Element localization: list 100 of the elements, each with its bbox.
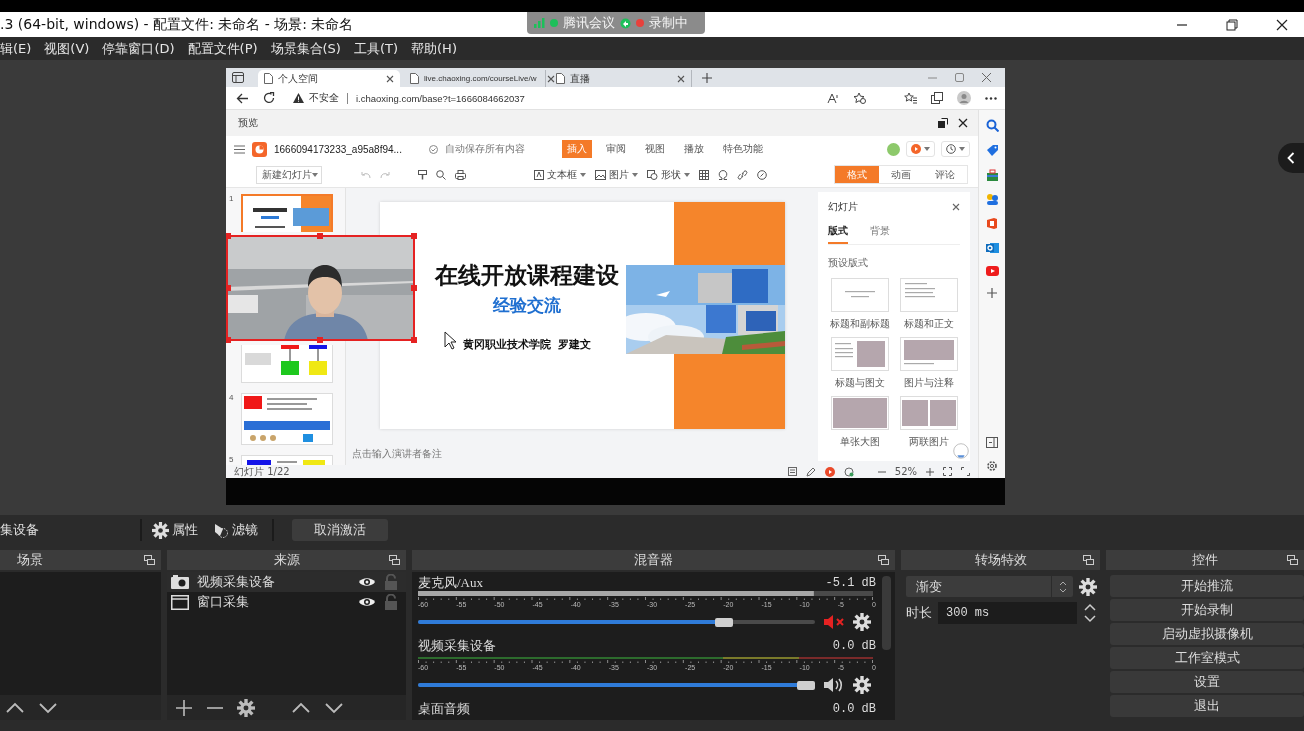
volume-slider[interactable] <box>418 620 815 624</box>
sidebar-toggle-button[interactable] <box>1278 143 1304 173</box>
float-icon[interactable] <box>389 555 400 565</box>
read-aloud-icon[interactable] <box>827 92 839 104</box>
menu-item[interactable]: 场景集合(S) <box>270 39 341 58</box>
history-button[interactable] <box>941 141 970 157</box>
fit-icon[interactable] <box>943 467 952 476</box>
table-icon[interactable] <box>699 169 709 180</box>
close-icon[interactable] <box>958 118 968 128</box>
reload-icon[interactable] <box>263 92 275 104</box>
caret-icon[interactable] <box>959 147 965 151</box>
insert-tool-button[interactable]: 形状 <box>647 167 690 182</box>
source-item[interactable]: 视频采集设备 <box>167 572 406 592</box>
move-down-icon[interactable] <box>324 701 344 714</box>
caret-icon[interactable] <box>684 172 690 177</box>
float-icon[interactable] <box>144 555 155 565</box>
collections-icon[interactable] <box>931 92 943 104</box>
menu-tab[interactable]: 播放 <box>678 140 709 158</box>
insert-tool-button[interactable]: 文本框 <box>534 167 586 182</box>
slider-thumb[interactable] <box>797 680 815 690</box>
zoom-in-icon[interactable] <box>926 467 934 476</box>
gear-icon[interactable] <box>237 698 255 717</box>
gear-icon[interactable] <box>853 676 871 694</box>
increment-icon[interactable] <box>1083 602 1097 612</box>
menu-tab[interactable]: 特色功能 <box>717 140 768 158</box>
add-icon[interactable] <box>175 698 193 717</box>
menu-icon[interactable] <box>234 144 245 154</box>
layout-thumbnail[interactable] <box>899 396 958 430</box>
caret-icon[interactable] <box>632 172 638 177</box>
menu-item[interactable]: 停靠窗口(D) <box>102 39 175 58</box>
symbol-icon[interactable] <box>718 169 728 180</box>
tag-icon[interactable] <box>985 144 999 157</box>
browser-tab[interactable]: 个人空间 <box>258 70 400 87</box>
menu-tab[interactable]: 审阅 <box>600 140 631 158</box>
close-icon[interactable] <box>1276 18 1288 31</box>
tab-actions-icon[interactable] <box>232 72 244 83</box>
play-icon[interactable] <box>824 466 835 477</box>
share-icon[interactable] <box>843 466 854 477</box>
deactivate-button[interactable]: 取消激活 <box>292 519 388 541</box>
menu-item[interactable]: 配置文件(P) <box>187 39 258 58</box>
sidebar-icon[interactable] <box>986 437 998 448</box>
properties-button[interactable]: 属性 <box>152 521 198 539</box>
muted-speaker-icon[interactable] <box>823 614 845 630</box>
control-button[interactable]: 设置 <box>1110 671 1304 693</box>
layout-thumbnail[interactable] <box>830 278 889 312</box>
more-tools-icon[interactable] <box>757 169 767 180</box>
pen-icon[interactable] <box>805 466 816 477</box>
menu-item[interactable]: 辑(E) <box>0 39 32 58</box>
caret-icon[interactable] <box>580 172 586 177</box>
play-button[interactable] <box>906 141 935 157</box>
close-icon[interactable] <box>386 74 394 83</box>
layout-thumbnail[interactable] <box>899 278 958 312</box>
move-up-icon[interactable] <box>291 701 311 714</box>
settings-icon[interactable] <box>986 460 998 472</box>
gear-icon[interactable] <box>152 521 169 539</box>
layout-thumbnail[interactable] <box>830 337 889 371</box>
slide-thumbnail[interactable] <box>241 194 333 232</box>
office-icon[interactable] <box>986 217 998 230</box>
slider-thumb[interactable] <box>714 617 733 627</box>
gear-icon[interactable] <box>1079 577 1097 596</box>
transition-select[interactable]: 渐变 <box>906 576 1073 597</box>
more-icon[interactable] <box>985 96 997 100</box>
float-icon[interactable] <box>1287 555 1298 565</box>
mail-icon[interactable] <box>985 242 999 254</box>
panel-tab[interactable]: 动画 <box>879 166 923 183</box>
profile-avatar-icon[interactable] <box>957 91 971 105</box>
notes-icon[interactable] <box>787 467 797 476</box>
menu-item[interactable]: 帮助(H) <box>411 39 457 58</box>
duration-field[interactable]: 300 ms <box>938 602 1077 624</box>
caret-icon[interactable] <box>924 147 930 151</box>
control-button[interactable]: 工作室模式 <box>1110 647 1304 669</box>
control-button[interactable]: 开始推流 <box>1110 575 1304 597</box>
layout-thumbnail[interactable] <box>899 337 958 371</box>
fullscreen-icon[interactable] <box>961 467 970 476</box>
panel-tab[interactable]: 版式 <box>828 224 848 244</box>
filters-button[interactable]: 滤镜 <box>212 521 258 539</box>
favorite-add-icon[interactable] <box>853 92 866 104</box>
search-icon[interactable] <box>985 119 999 132</box>
float-icon[interactable] <box>1083 555 1094 565</box>
search-icon[interactable] <box>436 169 446 180</box>
assistant-icon[interactable] <box>953 443 969 459</box>
address-field[interactable]: 不安全 i.chaoxing.com/base?t=1666084662037 <box>289 89 813 107</box>
control-button[interactable]: 退出 <box>1110 695 1304 717</box>
format-painter-icon[interactable] <box>418 169 427 180</box>
back-icon[interactable] <box>236 92 249 104</box>
new-tab-icon[interactable] <box>702 72 712 83</box>
people-icon[interactable] <box>985 193 999 205</box>
print-icon[interactable] <box>455 169 466 180</box>
gear-icon[interactable] <box>853 613 871 631</box>
move-up-icon[interactable] <box>5 701 25 714</box>
move-down-icon[interactable] <box>38 701 58 714</box>
panel-tab[interactable]: 背景 <box>870 224 890 244</box>
speaker-icon[interactable] <box>823 677 845 693</box>
eye-icon[interactable] <box>358 576 376 588</box>
source-item[interactable]: 窗口采集 <box>167 592 406 612</box>
panel-tab[interactable]: 评论 <box>923 166 967 183</box>
menu-item[interactable]: 工具(T) <box>353 39 399 58</box>
link-icon[interactable] <box>737 169 748 180</box>
favorites-icon[interactable] <box>904 92 917 104</box>
control-button[interactable]: 启动虚拟摄像机 <box>1110 623 1304 645</box>
